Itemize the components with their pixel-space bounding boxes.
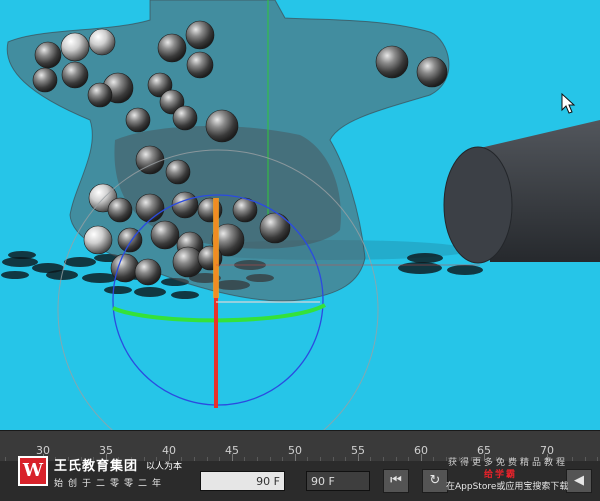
start-frame-field[interactable]: 90 F xyxy=(200,471,285,491)
loop-button[interactable]: ↻ xyxy=(422,469,448,493)
logo-mark-icon: W xyxy=(18,456,48,486)
ruler-tick xyxy=(421,454,422,461)
ruler-tick xyxy=(295,454,296,461)
particle-sphere xyxy=(60,32,90,62)
particle-sphere xyxy=(416,56,448,88)
particle-sphere xyxy=(83,225,113,255)
cylinder-cap xyxy=(443,146,513,264)
particle-sphere xyxy=(125,107,151,133)
3d-viewport[interactable] xyxy=(0,0,600,430)
end-frame-field[interactable]: 90 F xyxy=(306,471,370,491)
particle-sphere xyxy=(87,82,113,108)
floor-shadow xyxy=(407,253,443,263)
watermark-logo: W 王氏教育集团 以人为本 始创于二零零二年 xyxy=(14,452,204,498)
ruler-tick xyxy=(358,454,359,461)
floor-shadow xyxy=(1,271,29,279)
logo-name: 王氏教育集团 xyxy=(54,459,139,474)
floor-shadow xyxy=(447,265,483,275)
logo-slogan: 以人为本 xyxy=(146,462,183,472)
floor-shadow xyxy=(64,257,96,267)
particle-sphere xyxy=(157,33,187,63)
particle-sphere xyxy=(205,109,239,143)
promo-line-3: 在AppStore或应用宝搜索下载 xyxy=(446,482,569,492)
particle-sphere xyxy=(171,191,199,219)
particle-sphere xyxy=(88,28,116,56)
particle-sphere xyxy=(135,193,165,223)
particle-sphere xyxy=(186,51,214,79)
floor-shadow xyxy=(398,262,442,274)
gizmo-orange-handle[interactable] xyxy=(213,198,219,298)
play-reverse-button[interactable]: ◀ xyxy=(566,469,592,493)
particle-sphere xyxy=(134,258,162,286)
ruler-tick xyxy=(232,454,233,461)
particle-sphere xyxy=(259,212,291,244)
logo-subtitle: 始创于二零零二年 xyxy=(54,479,167,489)
particle-sphere xyxy=(185,20,215,50)
arrow-cursor-icon xyxy=(561,92,576,114)
particle-sphere xyxy=(32,67,58,93)
particle-sphere xyxy=(172,105,198,131)
go-to-start-button[interactable]: ⏮ xyxy=(383,469,409,493)
floor-shadow xyxy=(8,251,36,259)
floor-shadow xyxy=(171,291,199,299)
particle-sphere xyxy=(165,159,191,185)
cylinder-object[interactable] xyxy=(443,120,600,264)
particle-sphere xyxy=(34,41,62,69)
particle-sphere xyxy=(375,45,409,79)
particle-sphere xyxy=(61,61,89,89)
particle-sphere xyxy=(150,220,180,250)
floor-shadow xyxy=(134,287,166,297)
scene-canvas[interactable] xyxy=(0,0,600,430)
floor-shadow xyxy=(104,286,132,294)
particle-sphere xyxy=(107,197,133,223)
gizmo-green-axis[interactable] xyxy=(112,303,326,323)
